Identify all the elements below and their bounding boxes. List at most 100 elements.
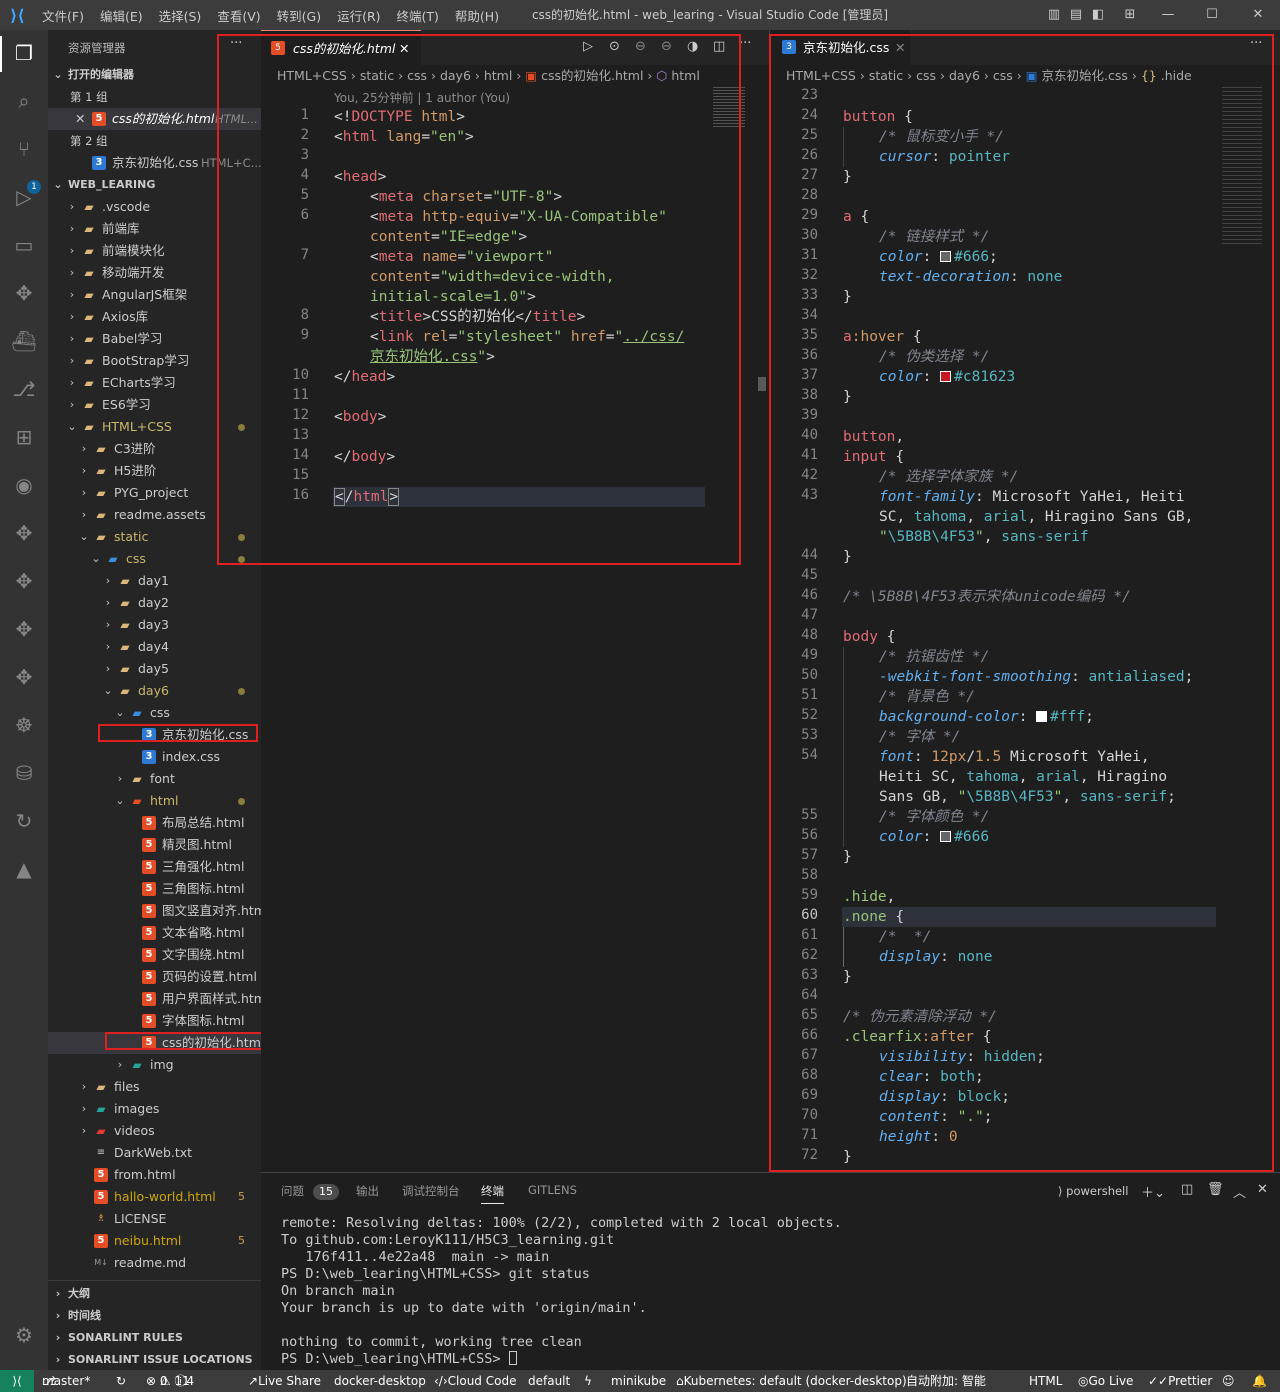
tree-item[interactable]: 5 三角图标.html	[48, 878, 261, 900]
feedback-icon[interactable]: ☺	[1222, 1370, 1235, 1392]
breadcrumb-item[interactable]: HTML+CSS	[277, 68, 347, 83]
tree-item[interactable]: › ▰ day5	[48, 658, 261, 680]
breadcrumb-item[interactable]: html	[671, 68, 699, 83]
new-terminal-icon[interactable]: ＋⌄	[1141, 1182, 1165, 1201]
helm-icon[interactable]: ☸	[9, 710, 39, 740]
tree-item[interactable]: ⌄ ▰ day6	[48, 680, 261, 702]
minimap[interactable]	[1222, 87, 1262, 247]
kubernetes-context[interactable]: ⌂ Kubernetes: default (docker-desktop)	[676, 1370, 907, 1392]
tree-item[interactable]: › ▰ font	[48, 768, 261, 790]
maximize-panel-icon[interactable]: ︿	[1233, 1182, 1246, 1201]
tree-item[interactable]: › ▰ readme.assets	[48, 504, 261, 526]
tree-item[interactable]: 5 布局总结.html	[48, 812, 261, 834]
minimap[interactable]	[713, 87, 745, 127]
split-terminal-icon[interactable]: ◫	[1181, 1182, 1193, 1197]
close-tab-icon[interactable]: ✕	[895, 30, 905, 65]
docker-context[interactable]: docker-desktop	[334, 1370, 426, 1392]
split-editor-icon[interactable]: ◫	[713, 39, 725, 54]
tree-item[interactable]: › ▰ day1	[48, 570, 261, 592]
sync-icon[interactable]: ↻	[116, 1370, 126, 1392]
tree-item[interactable]: › ▰ 前端库	[48, 218, 261, 240]
tree-item[interactable]: › ▰ H5进阶	[48, 460, 261, 482]
docker-icon[interactable]: ⛴	[9, 326, 39, 356]
secret-manager-icon[interactable]: ✥	[9, 662, 39, 692]
tree-item[interactable]: › ▰ 前端模块化	[48, 240, 261, 262]
tree-item[interactable]: › ▰ Babel学习	[48, 328, 261, 350]
terminal-shell-selector[interactable]: ⟩ powershell	[1058, 1184, 1128, 1198]
run-icon[interactable]: ▷	[583, 39, 593, 54]
open-editor-item-html[interactable]: ✕ 5 css的初始化.html HTML...	[48, 108, 261, 130]
sonarlint-rules-section[interactable]: › SONARLINT RULES	[48, 1327, 261, 1349]
tree-item[interactable]: › ▰ PYG_project	[48, 482, 261, 504]
tree-item[interactable]: ♗ LICENSE	[48, 1208, 261, 1230]
apis-icon[interactable]: ✥	[9, 614, 39, 644]
close-tab-icon[interactable]: ✕	[399, 31, 409, 66]
search-icon[interactable]: ⌕	[9, 86, 39, 116]
scrollbar-thumb[interactable]	[758, 377, 766, 391]
terminal-prompt[interactable]: PS D:\web_learing\HTML+CSS>	[281, 1351, 517, 1368]
tree-item[interactable]: ≡ DarkWeb.txt	[48, 1142, 261, 1164]
timeline-section[interactable]: › 时间线	[48, 1305, 261, 1327]
tree-item[interactable]: 5 hallo-world.html 5	[48, 1186, 261, 1208]
git-next-icon[interactable]: ⊖	[661, 39, 672, 54]
tab-css-init-html[interactable]: 5 css的初始化.html ✕	[261, 30, 421, 65]
tree-item[interactable]: 5 文字围绕.html	[48, 944, 261, 966]
tree-item[interactable]: › ▰ .vscode	[48, 196, 261, 218]
close-window-icon[interactable]: ✕	[1250, 7, 1266, 23]
git-blame-codelens[interactable]: You, 25分钟前 | 1 author (You)	[334, 89, 510, 106]
menu-go[interactable]: 转到(G)	[269, 6, 329, 25]
cloud-run-icon[interactable]: ✥	[9, 566, 39, 596]
tree-item[interactable]: ⌄ ▰ HTML+CSS	[48, 416, 261, 438]
tree-item[interactable]: › ▰ C3进阶	[48, 438, 261, 460]
breadcrumb-item[interactable]: css	[993, 68, 1013, 83]
tree-item[interactable]: ⌄ ▰ css	[48, 702, 261, 724]
tree-item[interactable]: › ▰ ECharts学习	[48, 372, 261, 394]
tree-item[interactable]: › ▰ img	[48, 1054, 261, 1076]
tab-gitlens[interactable]: GITLENS	[528, 1183, 577, 1197]
breadcrumb-item[interactable]: html	[484, 68, 512, 83]
remote-explorer-icon[interactable]: ▭	[9, 230, 39, 260]
tab-debug-console[interactable]: 调试控制台	[402, 1183, 460, 1199]
azure-icon[interactable]: ▲	[9, 854, 39, 884]
tree-item[interactable]: › ▰ ES6学习	[48, 394, 261, 416]
color-swatch[interactable]	[940, 251, 952, 262]
minikube-indicator[interactable]: minikube	[611, 1370, 666, 1392]
more-actions-icon[interactable]: ···	[230, 36, 242, 51]
breadcrumb-item[interactable]: css	[407, 68, 427, 83]
cloud-code-icon[interactable]: ✥	[9, 518, 39, 548]
tree-item[interactable]: 5 文本省略.html	[48, 922, 261, 944]
git-prev-icon[interactable]: ⊖	[635, 39, 646, 54]
explorer-icon[interactable]: ❐	[9, 38, 39, 68]
toggle-panel-icon[interactable]: ▤	[1068, 7, 1084, 23]
more-actions-icon[interactable]: ···	[739, 36, 751, 51]
tree-item[interactable]: M↓ readme.md	[48, 1252, 261, 1274]
breadcrumb-item[interactable]: HTML+CSS	[786, 68, 856, 83]
toggle-secondary-sidebar-icon[interactable]: ◧	[1090, 7, 1106, 23]
tree-item[interactable]: 3 京东初始化.css	[48, 724, 261, 746]
menu-file[interactable]: 文件(F)	[34, 6, 92, 25]
tree-item[interactable]: › ▰ images	[48, 1098, 261, 1120]
tree-item[interactable]: › ▰ day3	[48, 614, 261, 636]
color-swatch[interactable]	[1036, 711, 1048, 722]
kill-terminal-icon[interactable]: 🗑	[1207, 1182, 1224, 1197]
breadcrumb-item[interactable]: css	[916, 68, 936, 83]
outline-section[interactable]: › 大纲	[48, 1283, 261, 1305]
kubernetes-icon[interactable]: ✥	[9, 278, 39, 308]
tree-item[interactable]: › ▰ day4	[48, 636, 261, 658]
live-share-button[interactable]: ↗ Live Share	[248, 1370, 321, 1392]
sonarlint-issue-locations-section[interactable]: › SONARLINT ISSUE LOCATIONS	[48, 1349, 261, 1370]
more-actions-icon[interactable]: ···	[1250, 36, 1262, 51]
tree-item[interactable]: 5 css的初始化.html	[48, 1032, 261, 1054]
tab-problems[interactable]: 问题	[281, 1183, 304, 1199]
live-share-icon[interactable]: ↻	[9, 806, 39, 836]
github-icon[interactable]: ◉	[9, 470, 39, 500]
tree-item[interactable]: 5 字体图标.html	[48, 1010, 261, 1032]
tree-item[interactable]: ⌄ ▰ static	[48, 526, 261, 548]
minimize-icon[interactable]: —	[1160, 7, 1176, 23]
auto-attach-indicator[interactable]: 自动附加: 智能	[906, 1370, 986, 1392]
tree-item[interactable]: 5 用户界面样式.html	[48, 988, 261, 1010]
breadcrumb-item[interactable]: static	[360, 68, 394, 83]
cloud-code-button[interactable]: ‹/› Cloud Code	[434, 1370, 516, 1392]
menu-view[interactable]: 查看(V)	[209, 6, 268, 25]
database-icon[interactable]: ⛁	[9, 758, 39, 788]
